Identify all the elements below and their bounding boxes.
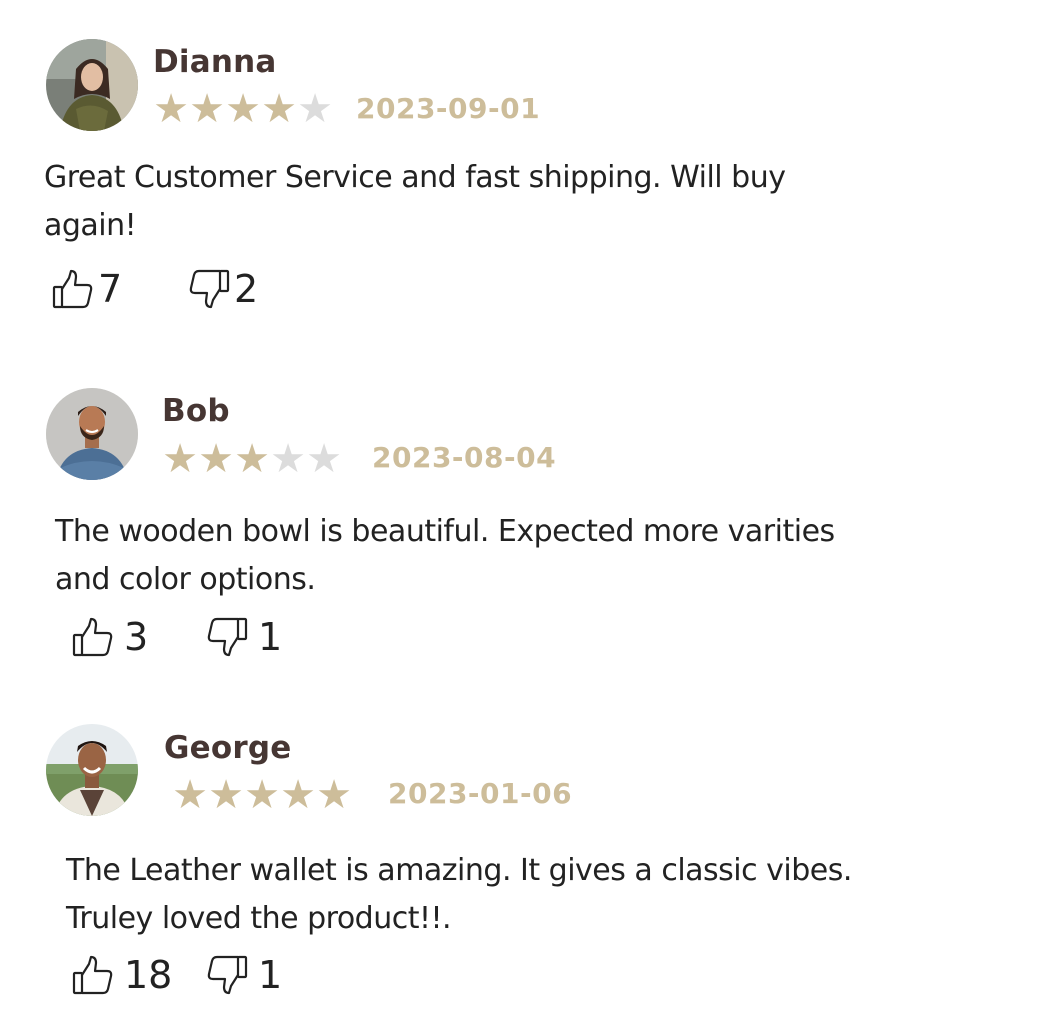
- review-text: The Leather wallet is amazing. It gives …: [66, 847, 946, 943]
- review-text: Great Customer Service and fast shipping…: [44, 154, 924, 250]
- dislike-button[interactable]: 1: [206, 954, 282, 996]
- star-filled-icon: ★: [280, 772, 316, 818]
- star-filled-icon: ★: [316, 772, 352, 818]
- star-rating: ★ ★ ★ ★ ★: [153, 86, 333, 132]
- dislike-button[interactable]: 2: [188, 268, 258, 310]
- review-card: George ★ ★ ★ ★ ★ 2023-01-06 The Leather wall…: [0, 0, 1049, 995]
- like-count: 18: [124, 953, 173, 997]
- review-text: The wooden bowl is beautiful. Expected m…: [55, 508, 935, 604]
- reviewer-name: Bob: [162, 393, 230, 429]
- thumbs-down-icon: [206, 616, 248, 658]
- review-card: Dianna ★ ★ ★ ★ ★ 2023-09-01 Great Customer S…: [0, 0, 1049, 330]
- reviewer-name: George: [164, 730, 292, 766]
- review-text-line: Truley loved the product!!.: [66, 901, 452, 936]
- review-text-line: Great Customer Service and fast shipping…: [44, 160, 786, 195]
- like-button[interactable]: 7: [52, 268, 122, 310]
- review-text-line: The Leather wallet is amazing. It gives …: [66, 853, 852, 888]
- reviewer-name: Dianna: [153, 44, 277, 80]
- like-button[interactable]: 3: [72, 616, 148, 658]
- star-empty-icon: ★: [306, 436, 342, 482]
- star-filled-icon: ★: [189, 86, 225, 132]
- thumbs-up-icon: [72, 954, 114, 996]
- like-count: 7: [98, 267, 123, 311]
- dislike-count: 1: [258, 953, 283, 997]
- review-text-line: and color options.: [55, 562, 316, 597]
- dislike-button[interactable]: 1: [206, 616, 282, 658]
- star-filled-icon: ★: [198, 436, 234, 482]
- star-empty-icon: ★: [270, 436, 306, 482]
- star-filled-icon: ★: [208, 772, 244, 818]
- avatar: [46, 388, 138, 480]
- dislike-count: 1: [258, 615, 283, 659]
- review-date: 2023-08-04: [372, 441, 557, 474]
- star-rating: ★ ★ ★ ★ ★: [172, 772, 352, 818]
- avatar: [46, 39, 138, 131]
- review-date: 2023-01-06: [388, 777, 573, 810]
- like-count: 3: [124, 615, 149, 659]
- review-date: 2023-09-01: [356, 92, 541, 125]
- thumbs-down-icon: [206, 954, 248, 996]
- star-filled-icon: ★: [261, 86, 297, 132]
- thumbs-up-icon: [52, 268, 94, 310]
- like-button[interactable]: 18: [72, 954, 172, 996]
- thumbs-down-icon: [188, 268, 230, 310]
- review-text-line: The wooden bowl is beautiful. Expected m…: [55, 514, 835, 549]
- star-rating: ★ ★ ★ ★ ★: [162, 436, 342, 482]
- star-filled-icon: ★: [225, 86, 261, 132]
- thumbs-up-icon: [72, 616, 114, 658]
- star-empty-icon: ★: [297, 86, 333, 132]
- star-filled-icon: ★: [153, 86, 189, 132]
- star-filled-icon: ★: [162, 436, 198, 482]
- avatar: [46, 724, 138, 816]
- star-filled-icon: ★: [172, 772, 208, 818]
- star-filled-icon: ★: [234, 436, 270, 482]
- review-text-line: again!: [44, 208, 137, 243]
- dislike-count: 2: [234, 267, 259, 311]
- star-filled-icon: ★: [244, 772, 280, 818]
